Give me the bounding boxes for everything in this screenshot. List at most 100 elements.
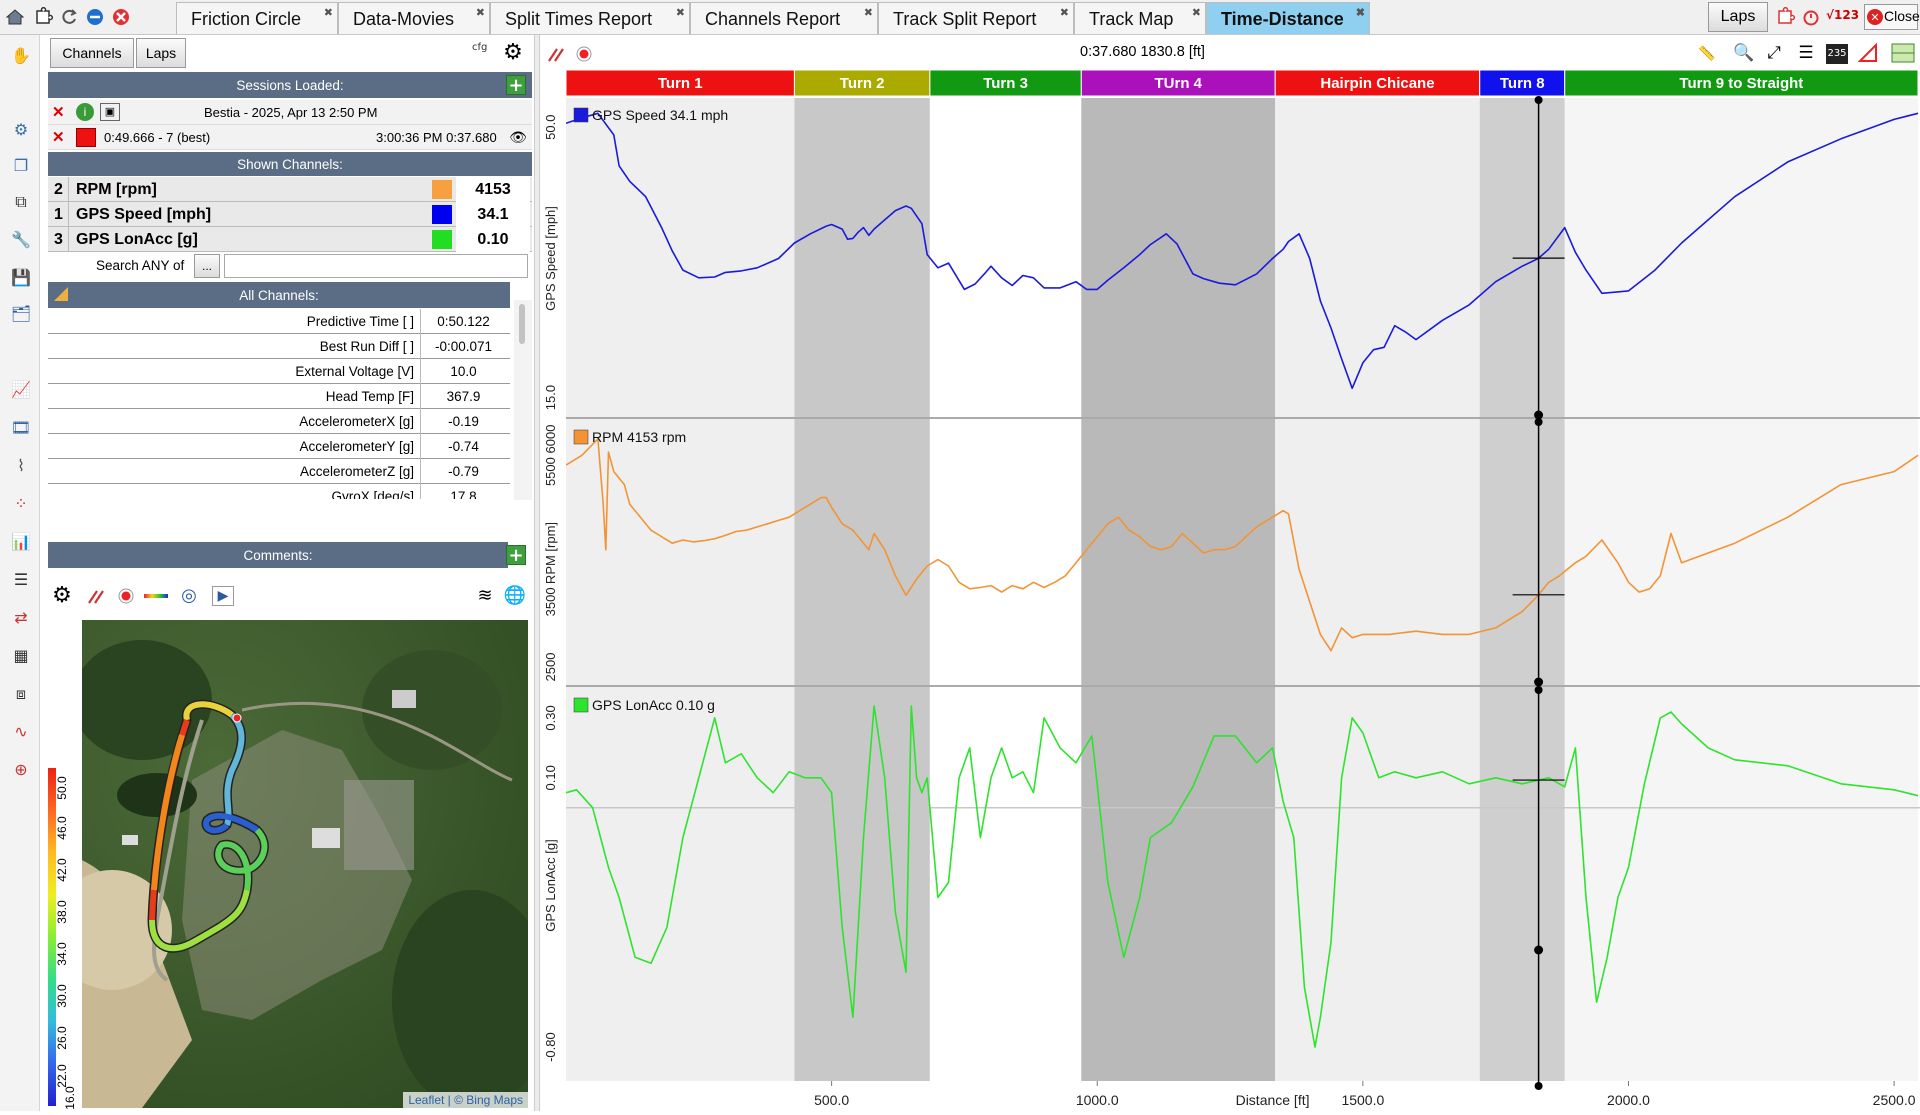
channel-row[interactable]: AccelerometerX [g] -0.19 (48, 409, 510, 434)
record-icon[interactable] (116, 586, 136, 606)
channels-button[interactable]: Channels (50, 38, 134, 68)
track-map[interactable]: Leaflet | © Bing Maps (82, 620, 528, 1108)
export-icon[interactable]: ⊕ (10, 759, 32, 781)
tab-channels-report[interactable]: Channels Report ✖ (690, 2, 878, 34)
cursor-handle[interactable] (1534, 1082, 1543, 1090)
track-icon[interactable]: ⌇ (10, 455, 32, 477)
channels-scrollbar[interactable] (514, 300, 532, 500)
lap-color-swatch[interactable] (76, 128, 96, 147)
map-layers-icon[interactable]: ≋ (474, 586, 496, 606)
remove-session-icon[interactable]: ✕ (52, 103, 65, 121)
search-options-button[interactable]: ... (194, 254, 220, 278)
sqrt-123-icon[interactable]: √123 (1826, 8, 1859, 28)
channel-color-swatch[interactable] (432, 230, 452, 249)
laps-toggle-button[interactable]: Laps (1708, 2, 1768, 32)
map-attribution[interactable]: Leaflet | © Bing Maps (403, 1092, 528, 1108)
tab-split-times-report[interactable]: Split Times Report ✖ (490, 2, 690, 34)
value-display-icon[interactable]: 235 (1826, 44, 1848, 64)
zoom-fit-icon[interactable]: ⤢ (1762, 42, 1786, 64)
channel-row[interactable]: External Voltage [V] 10.0 (48, 359, 510, 384)
close-button[interactable]: ✕ Close (1864, 4, 1920, 30)
table-icon[interactable]: ▦ (10, 645, 32, 667)
stopwatch-icon[interactable] (1800, 6, 1822, 28)
tab-data-movies[interactable]: Data-Movies ✖ (338, 2, 490, 34)
puzzle-icon[interactable] (32, 6, 54, 28)
movie-icon[interactable]: 🎞 (10, 417, 32, 439)
panel-settings-icon[interactable]: ⚙ (500, 40, 526, 66)
clear-lines-icon[interactable] (86, 586, 108, 606)
lap-row[interactable]: ✕ 0:49.666 - 7 (best) 3:00:36 PM 0:37.68… (48, 125, 532, 150)
channel-color-swatch[interactable] (432, 180, 452, 199)
triangle-icon[interactable] (1856, 42, 1880, 64)
close-icon[interactable]: ✖ (864, 0, 873, 30)
stop-icon[interactable] (110, 6, 132, 28)
bar-chart-icon[interactable]: 📊 (10, 531, 32, 553)
add-session-button[interactable]: + (506, 75, 526, 95)
wrench-icon[interactable]: 🔧 (10, 229, 32, 251)
puzzle-red-icon[interactable] (1774, 6, 1796, 28)
chart-record-icon[interactable] (574, 44, 594, 64)
graph-icon[interactable]: 📈 (10, 379, 32, 401)
sort-icon[interactable] (54, 287, 68, 301)
channel-row[interactable]: AccelerometerZ [g] -0.79 (48, 459, 510, 484)
laps-button[interactable]: Laps (136, 38, 186, 68)
chart-svg[interactable]: Turn 1 Turn 2 Turn 3 TUrn 4 Hairpin Chicane T… (565, 69, 1920, 1111)
layers-icon[interactable]: ❐ (10, 155, 32, 177)
refresh-icon[interactable] (58, 6, 80, 28)
windows-icon[interactable]: ⧉ (10, 191, 32, 213)
back-icon[interactable] (84, 6, 106, 28)
session-map-icon[interactable]: ▣ (100, 103, 120, 121)
scale-label: 16.0 (63, 1086, 77, 1110)
hand-pointer-icon[interactable]: ✋ (10, 45, 32, 67)
search-input[interactable] (224, 254, 528, 278)
report-icon[interactable]: ☰ (10, 569, 32, 591)
tab-track-split-report[interactable]: Track Split Report ✖ (878, 2, 1074, 34)
shown-channel-row[interactable]: 1 GPS Speed [mph] 34.1 (48, 202, 532, 227)
legend-label: GPS LonAcc 0.10 g (592, 697, 715, 713)
channel-row[interactable]: Best Run Diff [ ] -0:00.071 (48, 334, 510, 359)
channel-color-swatch[interactable] (432, 205, 452, 224)
map-settings-icon[interactable]: ⚙ (50, 584, 74, 608)
cfg-icon[interactable]: cfg (472, 42, 498, 64)
ruler-icon[interactable]: 📏 (1694, 44, 1720, 64)
split-icon[interactable]: ⧈ (10, 683, 32, 705)
tab-track-map[interactable]: Track Map ✖ (1074, 2, 1206, 34)
top-bar: Friction Circle ✖ Data-Movies ✖ Split Time… (0, 0, 1920, 35)
info-icon[interactable]: i (76, 103, 94, 121)
channel-row[interactable]: GyroX [deg/s] 17.8 (48, 484, 510, 499)
remove-lap-icon[interactable]: ✕ (52, 128, 65, 146)
settings-gear-icon[interactable]: ⚙ (10, 119, 32, 141)
color-gradient-icon[interactable] (144, 594, 168, 598)
compare-icon[interactable]: ⇄ (10, 607, 32, 629)
target-icon[interactable]: ◎ (178, 586, 200, 606)
close-icon[interactable]: ✖ (1356, 0, 1365, 30)
curve-icon[interactable]: ∿ (10, 721, 32, 743)
channel-row[interactable]: Head Temp [F] 367.9 (48, 384, 510, 409)
zoom-icon[interactable]: 🔍 (1732, 42, 1756, 64)
tab-friction-circle[interactable]: Friction Circle ✖ (176, 2, 338, 34)
close-icon[interactable]: ✖ (324, 0, 333, 30)
eye-icon[interactable]: 👁 (508, 128, 528, 146)
save-icon[interactable]: 💾 (10, 267, 32, 289)
layout-icon[interactable] (1890, 42, 1916, 64)
save-as-icon[interactable]: 🗂 (10, 303, 32, 325)
close-icon[interactable]: ✖ (676, 0, 685, 30)
channel-row[interactable]: Predictive Time [ ] 0:50.122 (48, 309, 510, 334)
shown-channel-row[interactable]: 2 RPM [rpm] 4153 (48, 177, 532, 202)
play-icon[interactable]: ▶ (212, 586, 234, 606)
close-icon[interactable]: ✖ (1192, 0, 1201, 30)
scrollbar-thumb[interactable] (519, 304, 525, 344)
globe-icon[interactable]: 🌐 (504, 586, 526, 606)
time-distance-chart[interactable]: Turn 1 Turn 2 Turn 3 TUrn 4 Hairpin Chicane T… (565, 69, 1920, 1111)
stack-icon[interactable]: ☰ (1794, 42, 1818, 64)
tab-time-distance[interactable]: Time-Distance ✖ (1206, 2, 1370, 34)
close-icon[interactable]: ✖ (1060, 0, 1069, 30)
close-icon[interactable]: ✖ (476, 0, 485, 30)
session-row[interactable]: ✕ i ▣ Bestia - 2025, Apr 13 2:50 PM (48, 100, 532, 125)
add-comment-button[interactable]: + (506, 545, 526, 565)
shown-channel-row[interactable]: 3 GPS LonAcc [g] 0.10 (48, 227, 532, 252)
chart-clear-icon[interactable] (546, 44, 568, 64)
scatter-icon[interactable]: ⁘ (10, 493, 32, 515)
channel-row[interactable]: AccelerometerY [g] -0.74 (48, 434, 510, 459)
home-icon[interactable] (4, 6, 26, 28)
